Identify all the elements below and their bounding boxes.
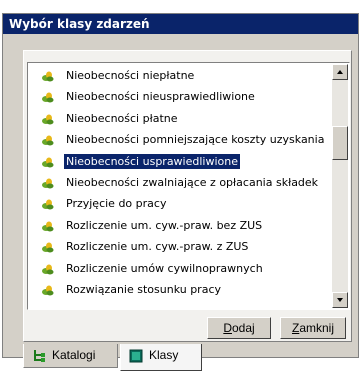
list-item[interactable]: Nieobecności niepłatne xyxy=(28,65,333,86)
close-button[interactable]: Zamknij xyxy=(280,317,346,339)
class-book-icon xyxy=(129,349,143,363)
add-button-label: odaj xyxy=(231,321,255,335)
list-item[interactable]: Nieobecności zwalniające z opłacania skł… xyxy=(28,172,333,193)
list-item-label: Nieobecności pomniejszające koszty uzysk… xyxy=(66,133,325,147)
scroll-down-arrow-icon xyxy=(337,298,343,302)
scroll-up-button[interactable] xyxy=(332,64,348,80)
list-item-label: Nieobecności płatne xyxy=(66,111,178,125)
tree-structure-icon xyxy=(34,350,45,362)
vertical-scrollbar[interactable] xyxy=(332,64,348,308)
event-class-icon xyxy=(41,219,55,232)
tab-klasy-label: Klasy xyxy=(149,348,179,362)
list-item-label: Rozliczenie um. cyw.-praw. bez ZUS xyxy=(66,218,263,232)
tab-bar: Katalogi Klasy xyxy=(3,344,360,372)
event-class-icon xyxy=(41,69,55,82)
list-item[interactable]: Nieobecności nieusprawiedliwione xyxy=(28,86,333,107)
list-item-label: Nieobecności niepłatne xyxy=(66,69,195,82)
event-class-icon xyxy=(41,283,55,296)
event-class-icon xyxy=(41,176,55,189)
event-class-icon xyxy=(41,240,55,253)
scroll-thumb[interactable] xyxy=(332,126,348,160)
list-item[interactable]: Rozwiązanie stosunku pracy xyxy=(28,279,333,300)
event-class-dialog: Wybór klasy zdarzeń Nieobecności niepłat… xyxy=(2,13,359,371)
list-item[interactable]: Nieobecności usprawiedliwione xyxy=(28,151,333,172)
event-class-icon xyxy=(41,112,55,125)
list-item-label: Rozliczenie umów cywilnoprawnych xyxy=(66,261,263,275)
close-button-label: amknij xyxy=(299,321,335,335)
list-item[interactable]: Nieobecności płatne xyxy=(28,108,333,129)
list-item-label: Przyjęcie do pracy xyxy=(66,197,167,211)
list-item[interactable]: Rozliczenie um. cyw.-praw. bez ZUS xyxy=(28,215,333,236)
event-class-icon xyxy=(41,90,55,103)
add-button[interactable]: Dodaj xyxy=(207,317,271,339)
event-class-icon xyxy=(41,133,55,146)
add-button-hotkey: D xyxy=(223,321,232,335)
event-class-list[interactable]: Nieobecności niepłatne Nieobecności nieus… xyxy=(27,62,350,310)
list-item-label: Rozliczenie um. cyw.-praw. z ZUS xyxy=(66,240,249,254)
list-item-label: Nieobecności usprawiedliwione xyxy=(63,152,241,170)
list-item-label: Rozwiązanie stosunku pracy xyxy=(66,282,222,296)
tab-katalogi[interactable]: Katalogi xyxy=(23,344,118,368)
list-item[interactable]: Przyjęcie do pracy xyxy=(28,193,333,214)
event-class-icon xyxy=(41,155,55,168)
event-class-icon xyxy=(41,197,55,210)
window-title: Wybór klasy zdarzeń xyxy=(3,14,358,34)
event-class-icon xyxy=(41,262,55,275)
list-item[interactable]: Rozliczenie um. cyw.-praw. z ZUS xyxy=(28,236,333,257)
list-items: Nieobecności niepłatne Nieobecności nieus… xyxy=(28,65,333,300)
list-item-label: Nieobecności nieusprawiedliwione xyxy=(66,90,255,104)
list-item-label: Nieobecności zwalniające z opłacania skł… xyxy=(66,175,319,189)
list-item[interactable]: Rozliczenie umów cywilnoprawnych xyxy=(28,258,333,279)
list-item[interactable]: Nieobecności pomniejszające koszty uzysk… xyxy=(28,129,333,150)
tab-katalogi-label: Katalogi xyxy=(52,348,96,362)
scroll-up-arrow-icon xyxy=(337,70,343,74)
scroll-down-button[interactable] xyxy=(332,292,348,308)
